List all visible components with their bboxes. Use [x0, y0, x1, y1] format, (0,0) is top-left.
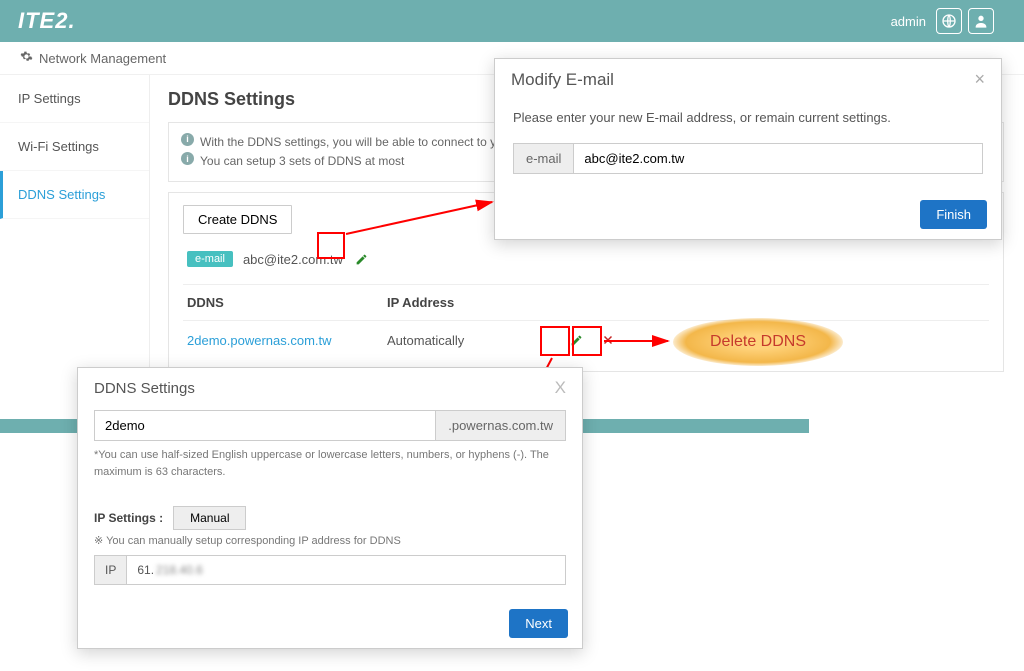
email-input-group: e-mail — [513, 143, 983, 174]
edit-email-icon[interactable] — [353, 250, 371, 268]
ip-box: IP 61. 218.40.6 — [94, 555, 566, 585]
ip-settings-row: IP Settings : Manual — [94, 506, 566, 530]
info-icon: i — [181, 133, 194, 146]
user-icon[interactable] — [968, 8, 994, 34]
modify-email-msg: Please enter your new E-mail address, or… — [513, 110, 983, 125]
globe-icon[interactable] — [936, 8, 962, 34]
finish-button[interactable]: Finish — [920, 200, 987, 229]
ip-value-blurred: 218.40.6 — [156, 563, 203, 577]
sidebar-item-ddns[interactable]: DDNS Settings — [0, 171, 149, 219]
logo: ITE2. — [18, 8, 76, 34]
ddns-name-input[interactable] — [94, 410, 436, 441]
info-icon: i — [181, 152, 194, 165]
email-label: e-mail — [513, 143, 573, 174]
ddns-link[interactable]: 2demo.powernas.com.tw — [187, 333, 332, 348]
topbar-right: admin — [891, 8, 994, 34]
ip-prefix: IP — [95, 556, 127, 584]
admin-label: admin — [891, 14, 926, 29]
ddns-hint: *You can use half-sized English uppercas… — [94, 447, 566, 480]
close-icon[interactable]: × — [974, 69, 985, 90]
sidebar-item-ip[interactable]: IP Settings — [0, 75, 149, 123]
callout-text: Delete DDNS — [710, 333, 806, 351]
ip-value[interactable]: 61. 218.40.6 — [127, 556, 565, 584]
col-ip: IP Address — [383, 285, 563, 320]
table-head: DDNS IP Address — [183, 284, 989, 321]
col-ddns: DDNS — [183, 285, 383, 320]
ip-settings-label: IP Settings : — [94, 511, 163, 525]
breadcrumb-text: Network Management — [39, 51, 166, 66]
ddns-edit-panel: DDNS Settings X .powernas.com.tw *You ca… — [77, 367, 583, 649]
ip-value-clear: 61. — [137, 563, 154, 577]
info-line2: You can setup 3 sets of DDNS at most — [200, 152, 404, 171]
domain-input-group: .powernas.com.tw — [94, 410, 566, 441]
delete-ddns-callout: Delete DDNS — [673, 318, 843, 366]
ddns-suffix: .powernas.com.tw — [436, 410, 566, 441]
row-actions — [563, 321, 643, 359]
top-bar: ITE2. admin — [0, 0, 1024, 42]
create-ddns-button[interactable]: Create DDNS — [183, 205, 292, 234]
modify-email-title: Modify E-mail — [511, 70, 614, 90]
gear-icon — [20, 50, 33, 66]
sidebar: IP Settings Wi-Fi Settings DDNS Settings — [0, 75, 150, 392]
ip-mode: Automatically — [383, 323, 563, 358]
ip-note: ※ You can manually setup corresponding I… — [94, 534, 566, 547]
email-text: abc@ite2.com.tw — [243, 252, 343, 267]
email-input[interactable] — [573, 143, 983, 174]
manual-button[interactable]: Manual — [173, 506, 246, 530]
sidebar-item-wifi[interactable]: Wi-Fi Settings — [0, 123, 149, 171]
close-icon[interactable]: X — [555, 378, 566, 398]
delete-ddns-icon[interactable] — [599, 331, 617, 349]
ddns-popup-title: DDNS Settings — [94, 380, 195, 397]
email-row: e-mail abc@ite2.com.tw — [183, 234, 989, 284]
modify-email-panel: Modify E-mail × Please enter your new E-… — [494, 58, 1002, 240]
table-row: 2demo.powernas.com.tw Automatically — [183, 321, 989, 359]
edit-ddns-icon[interactable] — [567, 331, 585, 349]
next-button[interactable]: Next — [509, 609, 568, 638]
email-badge: e-mail — [187, 251, 233, 267]
